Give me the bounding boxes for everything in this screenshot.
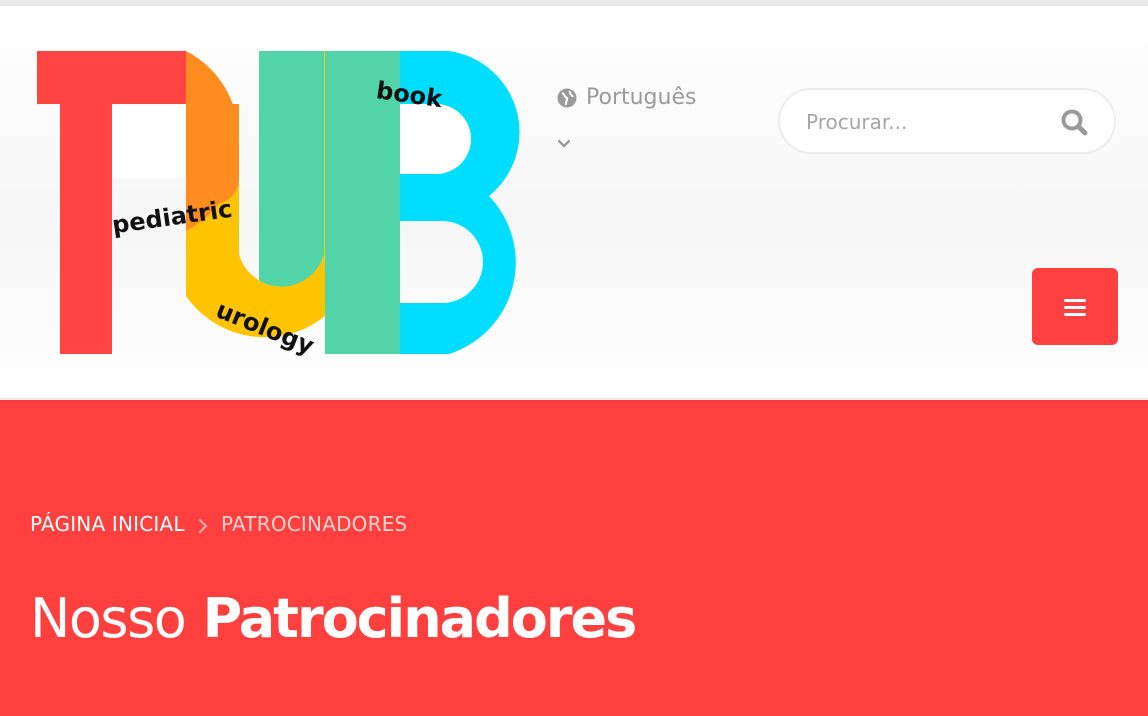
- header-shadow: [0, 398, 1148, 404]
- site-header: pediatric urology book Português: [0, 6, 1148, 400]
- search-box: [778, 88, 1116, 154]
- pub-logo-graphic: pediatric urology book: [37, 51, 520, 360]
- page-hero: PÁGINA INICIAL PATROCINADORES Nosso Patr…: [0, 400, 1148, 716]
- breadcrumb-current: PATROCINADORES: [221, 512, 408, 536]
- language-label: Português: [586, 85, 697, 110]
- search-icon[interactable]: [1058, 106, 1090, 138]
- breadcrumb-home-link[interactable]: PÁGINA INICIAL: [30, 512, 185, 536]
- chevron-down-icon[interactable]: [556, 138, 572, 150]
- language-selector[interactable]: Português: [556, 82, 726, 162]
- page-title-light: Nosso: [30, 587, 187, 651]
- site-logo[interactable]: pediatric urology book: [34, 46, 534, 371]
- chevron-right-icon: [199, 519, 208, 533]
- page-title-bold: Patrocinadores: [202, 587, 638, 651]
- page-title: Nosso Patrocinadores: [30, 586, 638, 652]
- menu-button[interactable]: [1032, 268, 1118, 345]
- globe-icon: [557, 88, 577, 108]
- search-input[interactable]: [804, 104, 1038, 140]
